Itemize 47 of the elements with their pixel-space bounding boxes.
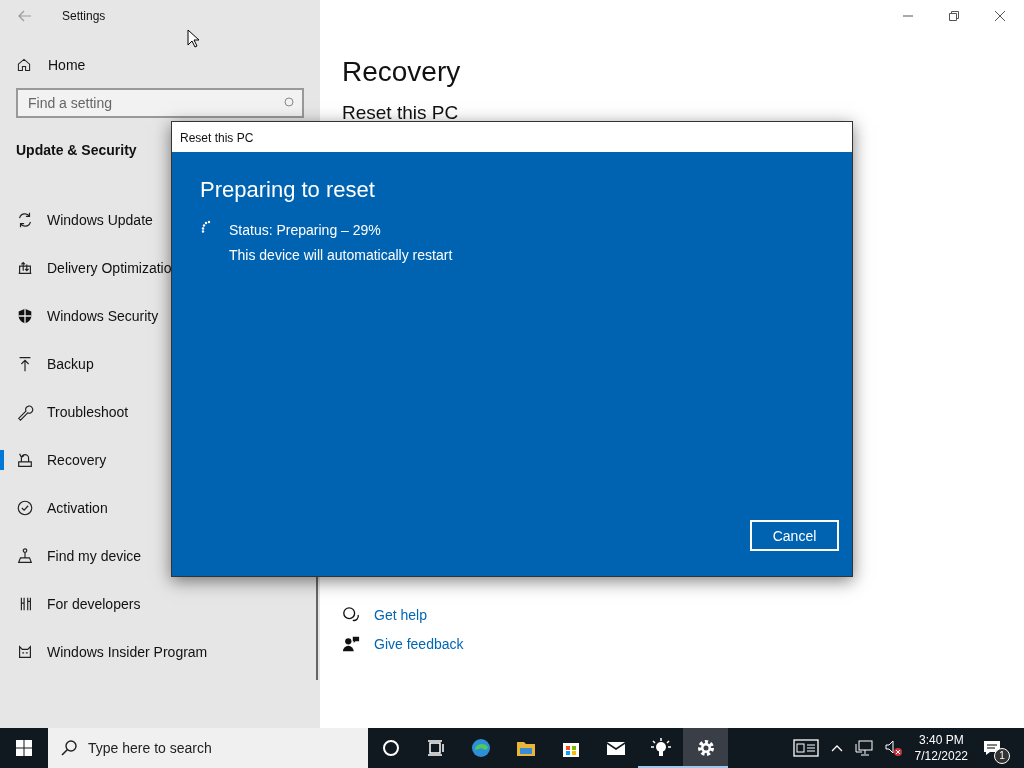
restore-icon[interactable] [948,10,960,22]
cancel-button[interactable]: Cancel [750,520,839,551]
sidebar-item-icon [16,403,34,421]
sidebar-item-icon [16,211,34,229]
sidebar-item[interactable]: Windows Insider Program [0,628,320,676]
sidebar-item[interactable]: Backup [0,340,320,388]
close-icon[interactable] [994,10,1006,22]
sidebar-item-icon [16,451,34,469]
sidebar-item[interactable]: Troubleshoot [0,388,320,436]
chevron-up-icon[interactable] [830,744,843,752]
sidebar-item[interactable]: Activation [0,484,320,532]
spinner-icon [200,220,212,234]
network-icon[interactable] [854,740,873,756]
section-heading: Update & Security [16,142,137,158]
page-title: Recovery [342,56,461,88]
sidebar-item-icon [16,259,34,277]
home-link[interactable]: Home [16,56,86,74]
sidebar-item-icon [16,643,34,661]
restart-note: This device will automatically restart [229,246,453,265]
help-link[interactable]: Get help [374,607,427,623]
status-text: Status: Preparing – 29% [229,221,381,240]
clock-time[interactable]: 3:40 PM [918,732,964,748]
window-title: Settings [62,9,106,23]
sidebar-item-icon [16,547,34,565]
dialog-title: Reset this PC [172,122,852,152]
section-subtitle: Reset this PC [342,102,459,124]
taskbar-search-field[interactable]: Type here to search [48,728,368,768]
help-chat-icon [342,606,360,624]
clock-date[interactable]: 7/12/2022 [914,748,968,764]
home-icon [16,57,32,73]
sidebar-item-icon [16,499,34,517]
sidebar-item-icon [16,307,34,325]
notifications-icon[interactable] [982,738,1002,758]
news-icon[interactable] [792,739,819,757]
taskbar-app[interactable] [683,728,728,768]
sidebar-item[interactable]: Find my device [0,532,320,580]
sidebar-item[interactable]: Windows Security [0,292,320,340]
volume-muted-icon[interactable] [884,740,903,756]
windows-logo-icon [16,740,32,756]
mouse-cursor-icon [187,29,200,48]
notification-count-badge: 1 [994,748,1010,764]
dialog-heading: Preparing to reset [200,177,375,203]
search-field[interactable]: Find a setting [16,88,304,118]
sidebar-item[interactable]: Recovery [0,436,320,484]
sidebar-item[interactable]: For developers [0,580,320,628]
help-link[interactable]: Give feedback [374,636,464,652]
feedback-person-icon [342,635,360,653]
